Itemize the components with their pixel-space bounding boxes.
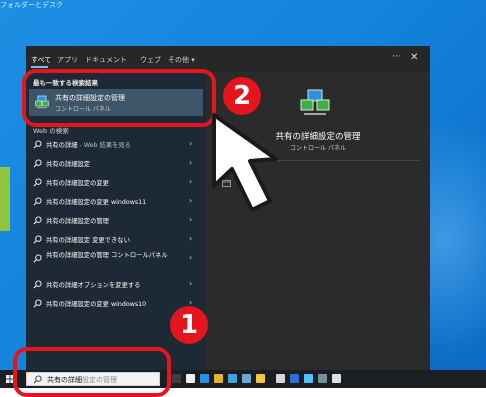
web-result-label: 共有の詳細設定の変更 windows10 bbox=[46, 301, 147, 308]
close-button[interactable]: ✕ bbox=[410, 52, 418, 63]
chevron-right-icon: › bbox=[189, 158, 193, 167]
desktop-caption: フォルダーとデスク bbox=[0, 1, 63, 9]
store-icon[interactable] bbox=[200, 374, 209, 383]
pointer-arrow-icon bbox=[212, 113, 278, 212]
settings-icon[interactable] bbox=[304, 374, 313, 383]
web-result-item[interactable]: 共有の詳細設定の管理 › bbox=[29, 212, 203, 228]
web-result-label: 共有の詳細設定の変更 bbox=[46, 180, 109, 187]
search-icon bbox=[33, 280, 42, 289]
annotation-badge-2: 2 bbox=[223, 77, 261, 115]
tab-apps[interactable]: アプリ bbox=[57, 55, 78, 65]
terminal-icon[interactable] bbox=[276, 374, 285, 383]
web-result-item[interactable]: 共有の詳細 - Web 結果を見る › bbox=[29, 136, 203, 152]
tab-web[interactable]: ウェブ bbox=[140, 55, 161, 65]
web-result-item[interactable]: 共有の詳細設定の管理 コントロールパネル › bbox=[29, 250, 203, 272]
search-icon bbox=[33, 235, 42, 244]
tab-documents[interactable]: ドキュメント bbox=[85, 55, 127, 65]
web-result-label: 共有の詳細設定 変更できない bbox=[46, 237, 130, 244]
active-tab-indicator bbox=[31, 66, 48, 68]
desktop-window-edge bbox=[0, 167, 10, 231]
control-panel-icon[interactable] bbox=[318, 374, 327, 383]
chevron-right-icon: › bbox=[189, 177, 193, 186]
tab-more[interactable]: その他 ▾ bbox=[168, 55, 195, 65]
web-result-label: 共有の詳細設定の管理 bbox=[46, 218, 109, 225]
web-result-label: 共有の詳細 - Web 結果を見る bbox=[46, 140, 131, 149]
mail-icon[interactable] bbox=[228, 374, 237, 383]
web-result-item[interactable]: 共有の詳細設定の変更 › bbox=[29, 174, 203, 190]
search-icon bbox=[33, 140, 42, 149]
tab-all[interactable]: すべて bbox=[31, 55, 51, 65]
chevron-down-icon: ▾ bbox=[191, 56, 195, 64]
more-options-button[interactable]: ··· bbox=[392, 52, 401, 62]
folder-icon[interactable] bbox=[214, 374, 223, 383]
chevron-right-icon: › bbox=[189, 215, 193, 224]
annotation-ring-search bbox=[13, 347, 171, 397]
search-icon bbox=[33, 299, 42, 308]
search-icon bbox=[33, 197, 42, 206]
web-result-label: 共有の詳細オプションを変更する bbox=[46, 282, 141, 289]
chevron-right-icon: › bbox=[189, 196, 193, 205]
annotation-badge-1: 1 bbox=[170, 306, 208, 344]
web-result-query: 共有の詳細 bbox=[46, 142, 78, 149]
web-result-label: 共有の詳細設定の管理 コントロールパネル bbox=[46, 252, 168, 259]
web-result-label: 共有の詳細設定の変更 windows11 bbox=[46, 199, 147, 206]
search-icon bbox=[33, 216, 42, 225]
chevron-right-icon: › bbox=[189, 253, 193, 262]
web-result-label: 共有の詳細設定 bbox=[46, 161, 91, 168]
web-result-item[interactable]: 共有の詳細設定 › bbox=[29, 155, 203, 171]
search-icon bbox=[33, 254, 42, 263]
explorer-icon[interactable] bbox=[256, 374, 265, 383]
web-result-item[interactable]: 共有の詳細オプションを変更する › bbox=[29, 276, 203, 292]
search-icon bbox=[33, 159, 42, 168]
chevron-right-icon: › bbox=[189, 279, 193, 288]
web-result-suffix: - Web 結果を見る bbox=[77, 142, 131, 149]
chevron-right-icon: › bbox=[189, 234, 193, 243]
annotation-ring-best-match bbox=[22, 69, 216, 127]
edge-icon[interactable] bbox=[290, 374, 299, 383]
web-result-item[interactable]: 共有の詳細設定 変更できない › bbox=[29, 231, 203, 247]
widgets-icon[interactable] bbox=[186, 374, 195, 383]
web-result-item[interactable]: 共有の詳細設定の変更 windows11 › bbox=[29, 193, 203, 209]
search-icon bbox=[33, 178, 42, 187]
task-view-icon[interactable] bbox=[172, 374, 181, 383]
photos-icon[interactable] bbox=[242, 374, 251, 383]
chevron-right-icon: › bbox=[189, 139, 193, 148]
app-icon[interactable] bbox=[332, 374, 341, 383]
tab-more-label: その他 bbox=[168, 56, 189, 64]
